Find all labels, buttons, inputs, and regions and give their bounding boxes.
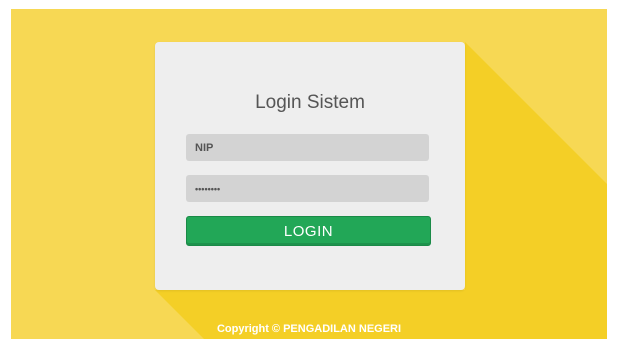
login-page: Login Sistem LOGIN Copyright © PENGADILA… [11, 9, 607, 339]
nip-input[interactable] [186, 134, 429, 161]
login-button[interactable]: LOGIN [186, 216, 431, 246]
login-card: Login Sistem LOGIN [155, 42, 465, 290]
login-title: Login Sistem [255, 92, 365, 113]
copyright-text: Copyright © PENGADILAN NEGERI [216, 323, 402, 335]
password-input[interactable] [186, 175, 429, 202]
